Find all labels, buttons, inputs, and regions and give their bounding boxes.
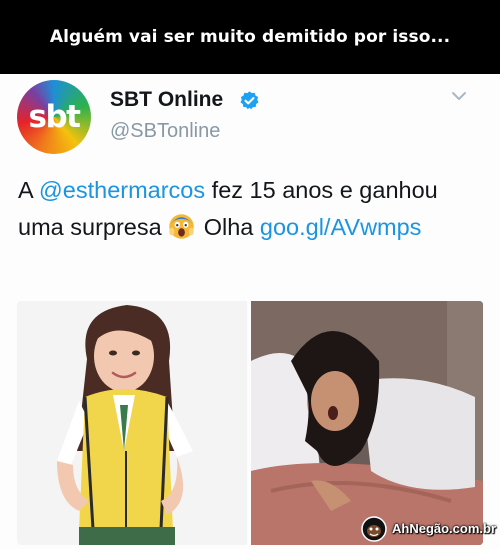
girl-in-yellow-vest-photo[interactable]: [17, 301, 247, 545]
short-url-link[interactable]: goo.gl/AVwmps: [260, 214, 422, 240]
chevron-down-icon[interactable]: [451, 90, 467, 102]
avatar-logo-text: sbt: [28, 99, 81, 135]
tweet-text-prefix: A: [18, 177, 39, 203]
tweet-media[interactable]: [17, 301, 483, 545]
tweet-handle[interactable]: @SBTonline: [110, 120, 220, 143]
verified-badge-icon: [240, 91, 259, 110]
screaming-face-emoji-icon: [169, 214, 194, 239]
sbt-avatar[interactable]: sbt: [17, 80, 91, 154]
ahnegao-mascot-icon: [361, 516, 387, 542]
tweet-text-after-emoji: Olha: [197, 214, 260, 240]
woman-on-bed-photo[interactable]: [251, 301, 483, 545]
meme-caption: Alguém vai ser muito demitido por isso..…: [49, 27, 451, 47]
tweet-text: A @esthermarcos fez 15 anos e ganhou uma…: [18, 172, 488, 246]
site-watermark: AhNegão.com.br: [360, 516, 496, 544]
mention-link[interactable]: @esthermarcos: [39, 177, 205, 203]
meme-caption-bar: Alguém vai ser muito demitido por isso..…: [0, 0, 500, 74]
watermark-text: AhNegão.com.br: [392, 521, 497, 536]
tweet-author-name[interactable]: SBT Online: [110, 88, 223, 112]
